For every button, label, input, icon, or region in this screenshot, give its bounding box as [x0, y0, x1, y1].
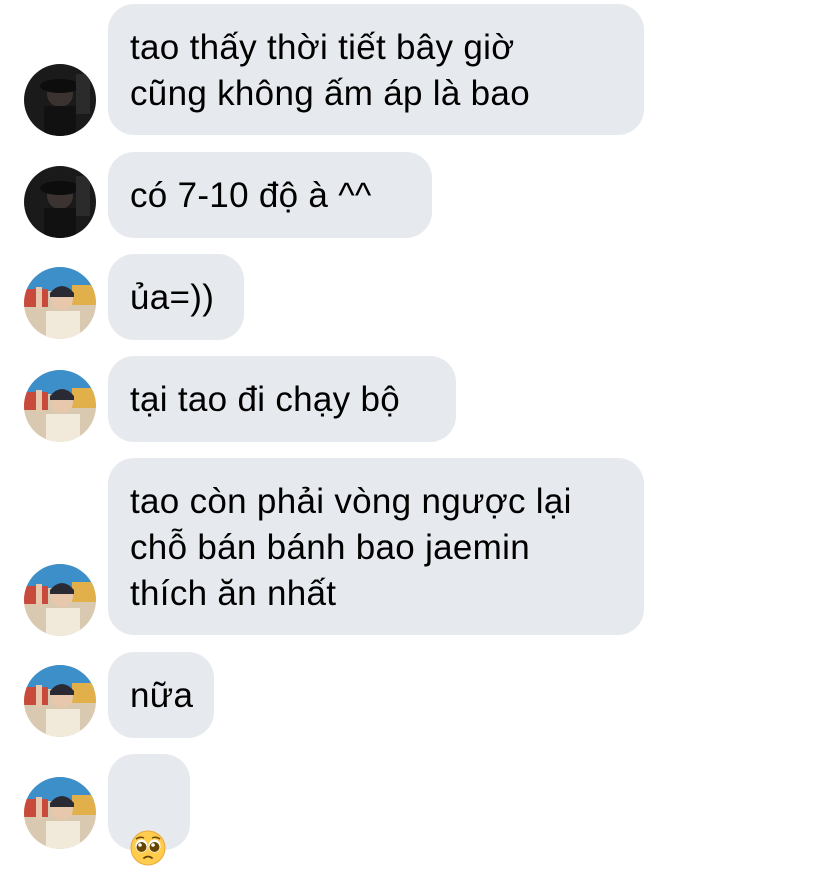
message-bubble[interactable]: tại tao đi chạy bộ	[108, 356, 456, 442]
avatar-user-b[interactable]	[24, 777, 96, 849]
avatar-user-b[interactable]	[24, 370, 96, 442]
avatar-user-a[interactable]	[24, 166, 96, 238]
avatar-user-b[interactable]	[24, 665, 96, 737]
avatar-user-a[interactable]	[24, 64, 96, 136]
message-bubble[interactable]: tao thấy thời tiết bây giờ cũng không ấm…	[108, 4, 644, 135]
message-bubble[interactable]: có 7-10 độ à ^^	[108, 152, 432, 238]
message-bubble[interactable]: nữa	[108, 652, 214, 738]
avatar-user-b[interactable]	[24, 564, 96, 636]
message-bubble[interactable]: ủa=))	[108, 254, 244, 340]
pleading-face-emoji-icon	[130, 784, 166, 866]
message-bubble[interactable]: tao còn phải vòng ngược lại chỗ bán bánh…	[108, 458, 644, 635]
avatar-user-b[interactable]	[24, 267, 96, 339]
message-bubble[interactable]	[108, 754, 190, 866]
